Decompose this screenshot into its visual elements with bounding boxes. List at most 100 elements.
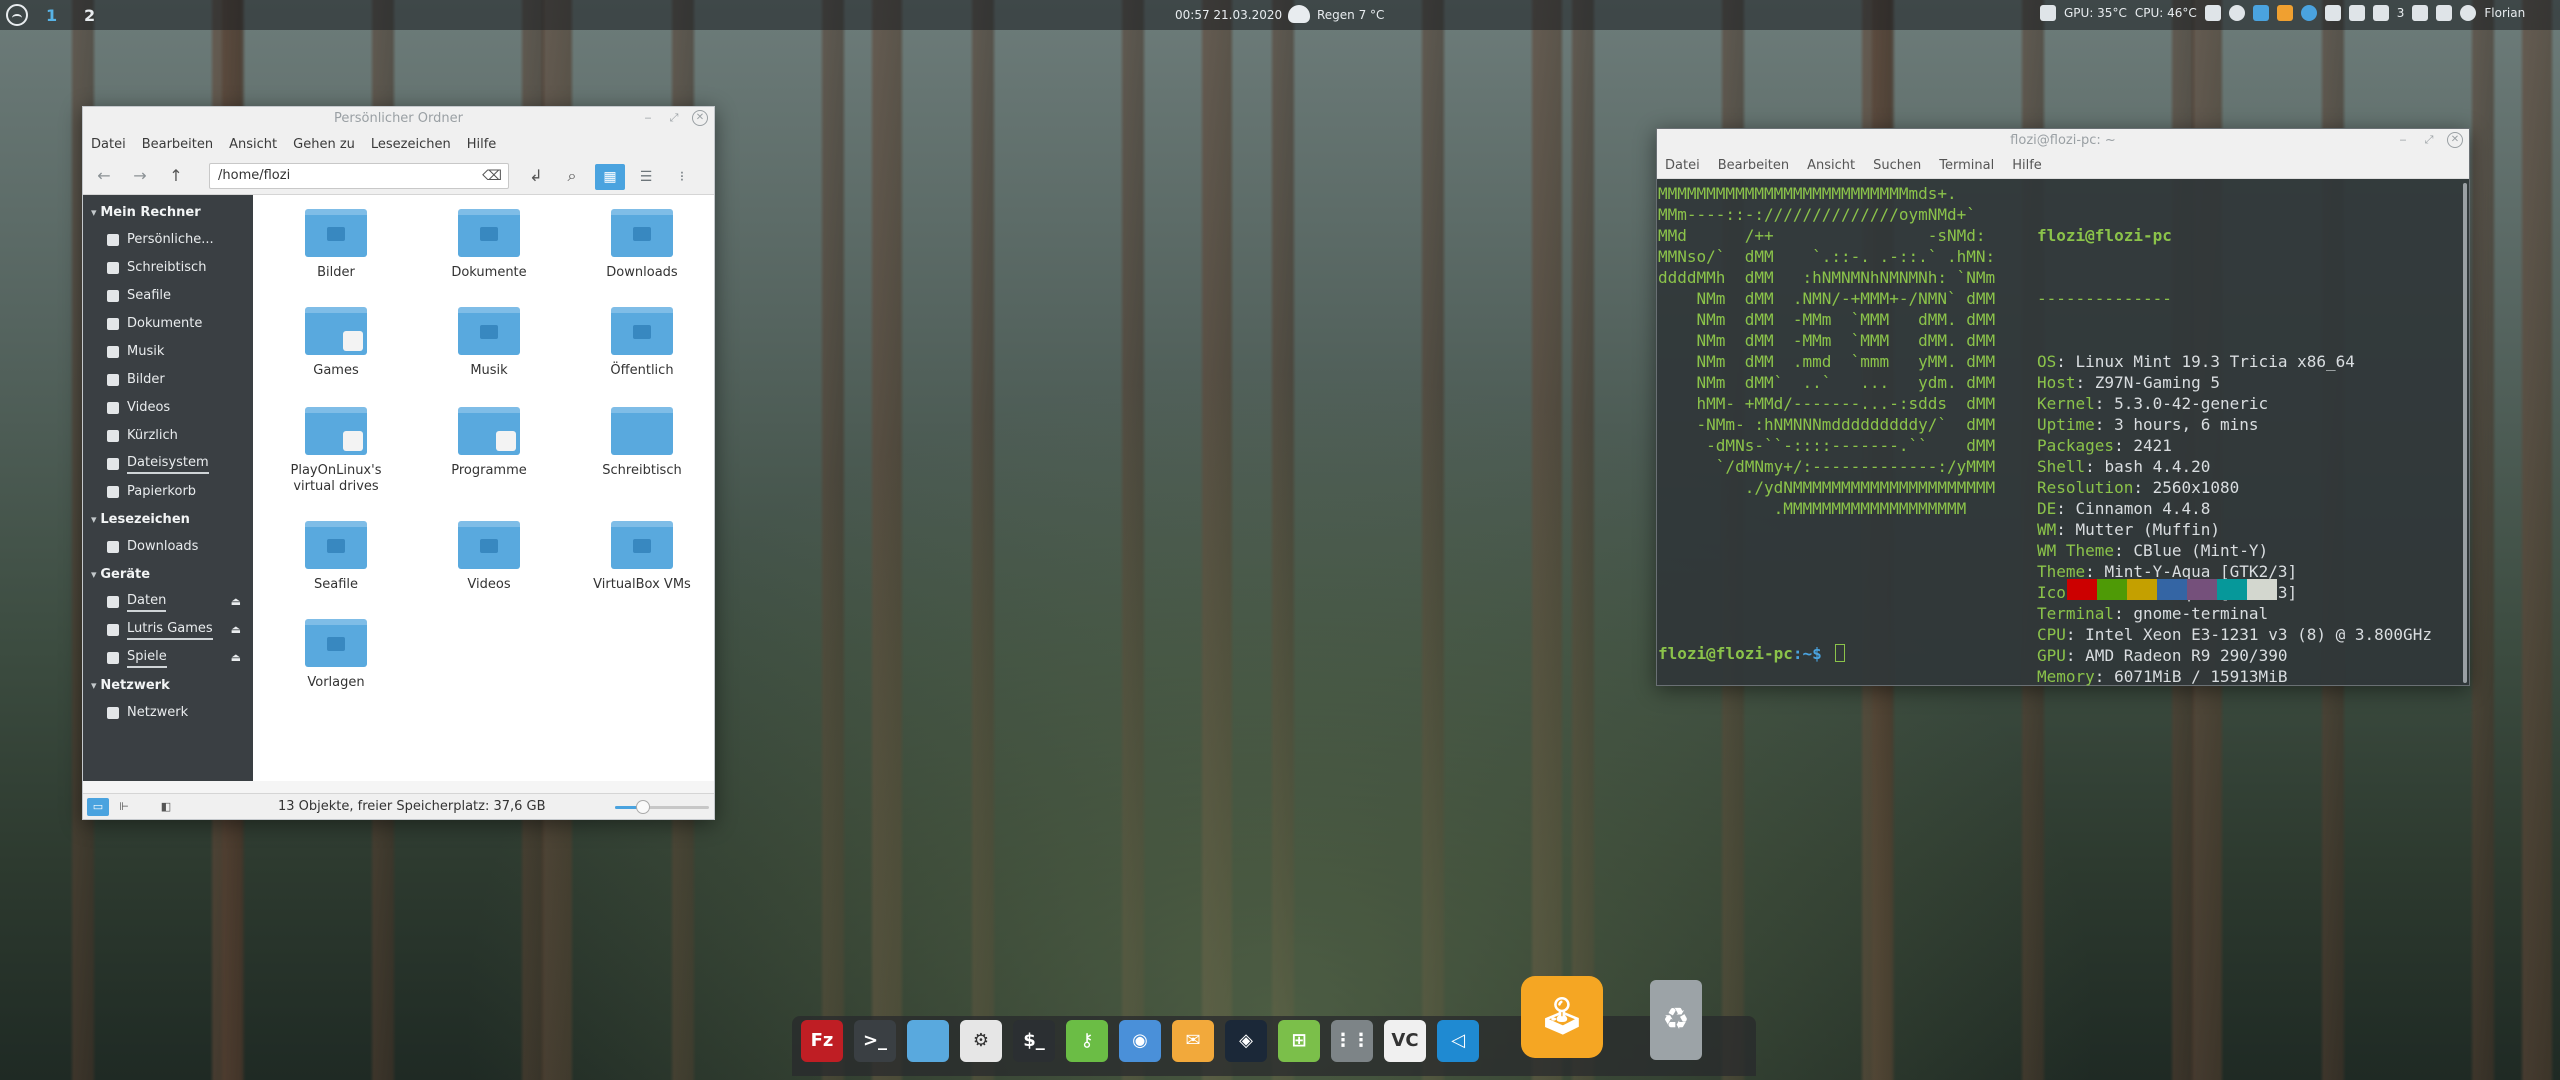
filezilla-icon[interactable]: Fz <box>801 1020 843 1062</box>
settings-icon[interactable]: ⚙ <box>960 1020 1002 1062</box>
trash-icon[interactable]: ♻ <box>1650 980 1702 1060</box>
sync-icon[interactable] <box>2276 5 2293 21</box>
folder-item[interactable]: VirtualBox VMs <box>577 521 707 593</box>
sidebar-item[interactable]: Videos <box>83 394 253 422</box>
eject-icon[interactable]: ⏏ <box>231 616 241 644</box>
terminal-minimize-icon[interactable]: ‒ <box>2395 132 2411 148</box>
menu-edit[interactable]: Bearbeiten <box>142 137 213 152</box>
workspace-1[interactable]: 1 <box>46 6 57 25</box>
folder-item[interactable]: Schreibtisch <box>577 407 707 479</box>
steam-icon[interactable]: ◈ <box>1225 1020 1267 1062</box>
forward-arrow-icon[interactable]: → <box>127 163 153 189</box>
steam-tray-icon[interactable] <box>2228 5 2245 21</box>
back-arrow-icon[interactable]: ← <box>91 163 117 189</box>
bluetooth-icon[interactable] <box>2300 5 2317 21</box>
terminal-alt-icon[interactable]: $_ <box>1013 1020 1055 1062</box>
list-view-button[interactable]: ☰ <box>631 164 661 190</box>
menu-file[interactable]: Datei <box>91 137 126 152</box>
sidebar-item[interactable]: Seafile <box>83 282 253 310</box>
search-icon[interactable]: ⌕ <box>559 163 585 189</box>
term-menu-file[interactable]: Datei <box>1665 158 1700 173</box>
folder-item[interactable]: Videos <box>424 521 554 593</box>
sidebar-item[interactable]: Bilder <box>83 366 253 394</box>
sidebar-item[interactable]: Netzwerk <box>83 699 253 727</box>
minimize-icon[interactable]: ‒ <box>640 110 656 126</box>
folder-item[interactable]: PlayOnLinux's virtual drives <box>271 407 401 495</box>
term-menu-edit[interactable]: Bearbeiten <box>1718 158 1789 173</box>
shield-icon[interactable] <box>2324 5 2341 21</box>
sidebar-heading[interactable]: Mein Rechner <box>83 199 253 226</box>
clock[interactable]: 00:57 21.03.2020 <box>1175 8 1282 22</box>
sidebar-item[interactable]: Papierkorb <box>83 478 253 506</box>
icon-view-button[interactable]: ▦ <box>595 164 625 190</box>
sidebar-item[interactable]: Spiele ⏏ <box>83 644 253 672</box>
sidebar-item[interactable]: Kürzlich <box>83 422 253 450</box>
sidebar-item[interactable]: Dokumente <box>83 310 253 338</box>
eject-icon[interactable]: ⏏ <box>231 588 241 616</box>
gpu-temp[interactable]: GPU: 35°C <box>2064 6 2127 20</box>
compact-view-button[interactable]: ⁝ <box>667 164 697 190</box>
terminal-icon[interactable]: >_ <box>854 1020 896 1062</box>
zoom-slider[interactable] <box>615 800 709 814</box>
term-menu-terminal[interactable]: Terminal <box>1939 158 1994 173</box>
music-icon[interactable] <box>2436 5 2453 21</box>
terminal-titlebar[interactable]: flozi@flozi-pc: ~ ‒ ⤢ ✕ <box>1657 129 2469 153</box>
sidebar-item[interactable]: Daten ⏏ <box>83 588 253 616</box>
terminal-close-icon[interactable]: ✕ <box>2447 132 2463 148</box>
location-bar[interactable]: /home/flozi ⌫ <box>209 163 509 189</box>
term-menu-view[interactable]: Ansicht <box>1807 158 1855 173</box>
maximize-icon[interactable]: ⤢ <box>666 110 682 126</box>
term-menu-search[interactable]: Suchen <box>1873 158 1921 173</box>
tree-toggle-icon[interactable]: ⊩ <box>113 798 135 816</box>
sidebar-item[interactable]: Dateisystem <box>83 450 253 478</box>
files-icon[interactable] <box>907 1020 949 1062</box>
mail-icon[interactable]: ✉ <box>1172 1020 1214 1062</box>
game-joystick-icon[interactable]: 🕹 <box>1521 976 1603 1058</box>
up-arrow-icon[interactable]: ↑ <box>163 163 189 189</box>
vscode-icon[interactable]: ◁ <box>1437 1020 1479 1062</box>
terminal-maximize-icon[interactable]: ⤢ <box>2421 132 2437 148</box>
vectorcam-icon[interactable]: VC <box>1384 1020 1426 1062</box>
workspace-2[interactable]: 2 <box>84 6 95 25</box>
dropbox-icon[interactable] <box>2252 5 2269 21</box>
file-manager-titlebar[interactable]: Persönlicher Ordner ‒ ⤢ ✕ <box>83 107 714 131</box>
chromium-icon[interactable]: ◉ <box>1119 1020 1161 1062</box>
folder-item[interactable]: Programme <box>424 407 554 479</box>
volume-icon[interactable] <box>2412 5 2429 21</box>
spreadsheet-icon[interactable]: ⊞ <box>1278 1020 1320 1062</box>
cpu-temp[interactable]: CPU: 46°C <box>2135 6 2197 20</box>
places-toggle-icon[interactable]: ▭ <box>87 798 109 816</box>
sidebar-item[interactable]: Schreibtisch <box>83 254 253 282</box>
apps-grid-icon[interactable]: ⋮⋮ <box>1331 1020 1373 1062</box>
folder-item[interactable]: Dokumente <box>424 209 554 281</box>
sidebar-heading[interactable]: Lesezeichen <box>83 506 253 533</box>
menu-help[interactable]: Hilfe <box>467 137 497 152</box>
folder-item[interactable]: Vorlagen <box>271 619 401 691</box>
folder-item[interactable]: Games <box>271 307 401 379</box>
sidebar-item[interactable]: Musik <box>83 338 253 366</box>
network-icon[interactable] <box>2348 5 2365 21</box>
menu-view[interactable]: Ansicht <box>229 137 277 152</box>
folder-item[interactable]: Bilder <box>271 209 401 281</box>
menu-go[interactable]: Gehen zu <box>293 137 355 152</box>
folder-item[interactable]: Downloads <box>577 209 707 281</box>
close-icon[interactable]: ✕ <box>692 110 708 126</box>
user-name[interactable]: Florian <box>2484 6 2525 20</box>
sidebar-heading[interactable]: Netzwerk <box>83 672 253 699</box>
hide-sidebar-icon[interactable]: ◧ <box>155 798 177 816</box>
folder-item[interactable]: Öffentlich <box>577 307 707 379</box>
term-menu-help[interactable]: Hilfe <box>2012 158 2042 173</box>
keepass-icon[interactable]: ⚷ <box>1066 1020 1108 1062</box>
sidebar-item[interactable]: Persönliche... <box>83 226 253 254</box>
folder-item[interactable]: Musik <box>424 307 554 379</box>
toggle-path-icon[interactable]: ↲ <box>523 163 549 189</box>
folder-item[interactable]: Seafile <box>271 521 401 593</box>
mint-menu-icon[interactable] <box>6 4 28 26</box>
sidebar-heading[interactable]: Geräte <box>83 561 253 588</box>
terminal-output[interactable]: MMMMMMMMMMMMMMMMMMMMMMMMMMmds+. MMm----:… <box>1657 181 2469 686</box>
zoom-knob[interactable] <box>636 800 651 814</box>
weather-text[interactable]: Regen 7 °C <box>1317 8 1384 22</box>
clear-location-icon[interactable]: ⌫ <box>482 164 502 188</box>
sidebar-item[interactable]: Downloads <box>83 533 253 561</box>
eject-icon[interactable]: ⏏ <box>231 644 241 672</box>
